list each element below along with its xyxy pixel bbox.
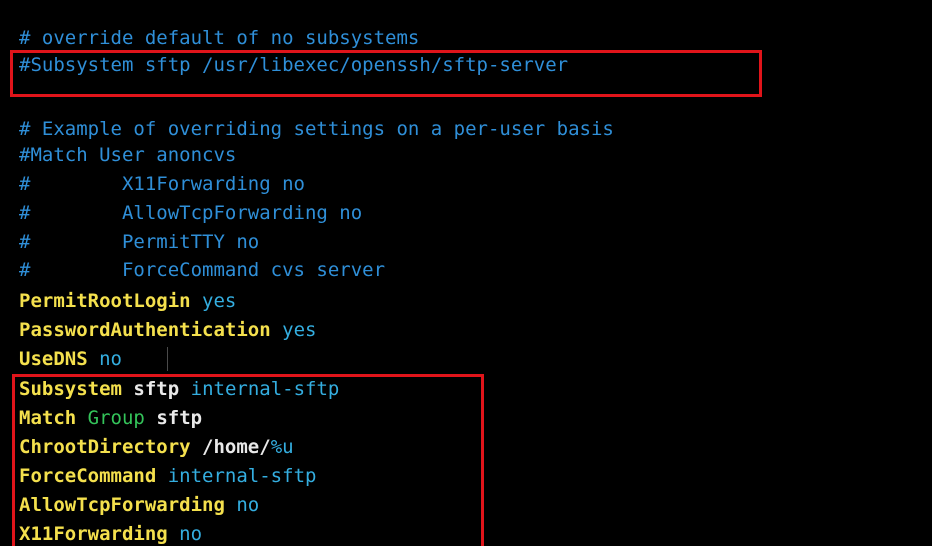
- terminal-editor[interactable]: # override default of no subsystems #Sub…: [0, 0, 932, 546]
- config-line-usedns: UseDNS no: [19, 347, 122, 372]
- comment-line: # ForceCommand cvs server: [19, 259, 386, 281]
- config-value: yes: [202, 290, 237, 312]
- config-key: PasswordAuthentication: [19, 319, 271, 341]
- comment-line: # AllowTcpForwarding no: [19, 202, 363, 224]
- config-value: no: [99, 348, 122, 370]
- comment-line: #Match User anoncvs: [19, 144, 237, 166]
- comment-line: # override default of no subsystems: [19, 27, 420, 49]
- config-key: PermitRootLogin: [19, 290, 191, 312]
- config-line-permitrootlogin: PermitRootLogin yes: [19, 289, 236, 314]
- highlight-box-subsystem-comment: [10, 50, 762, 97]
- highlight-box-sftp-config: [12, 374, 484, 546]
- config-key: UseDNS: [19, 348, 88, 370]
- comment-line: # Example of overriding settings on a pe…: [19, 118, 614, 140]
- comment-line: # PermitTTY no: [19, 231, 260, 253]
- text-cursor: [167, 347, 168, 371]
- config-value: yes: [282, 319, 317, 341]
- comment-line: # X11Forwarding no: [19, 173, 305, 195]
- config-line-passwordauthentication: PasswordAuthentication yes: [19, 318, 316, 343]
